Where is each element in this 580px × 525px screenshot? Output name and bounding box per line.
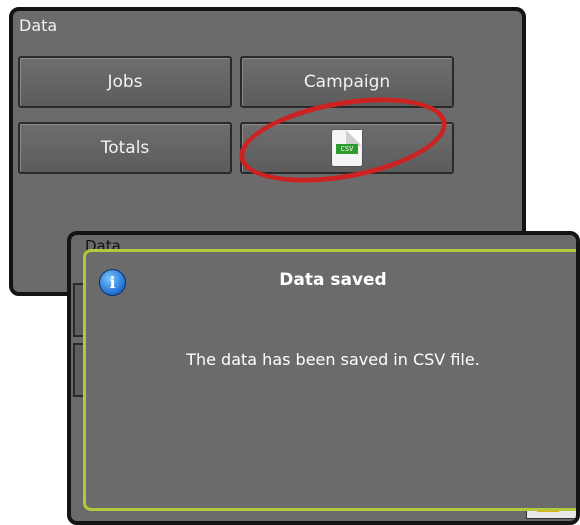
data-screen-front: Data i Data saved The data has been save… — [67, 231, 580, 525]
data-screen-title: Data — [19, 16, 58, 35]
dialog-title: Data saved — [279, 270, 387, 290]
data-saved-dialog[interactable]: i Data saved The data has been saved in … — [83, 249, 576, 511]
jobs-button-label: Jobs — [107, 72, 143, 92]
totals-button[interactable]: Totals — [18, 122, 232, 174]
campaign-button-label: Campaign — [303, 72, 391, 92]
totals-button-label: Totals — [100, 138, 150, 158]
jobs-button[interactable]: Jobs — [18, 56, 232, 108]
dialog-message: The data has been saved in CSV file. — [186, 350, 480, 369]
